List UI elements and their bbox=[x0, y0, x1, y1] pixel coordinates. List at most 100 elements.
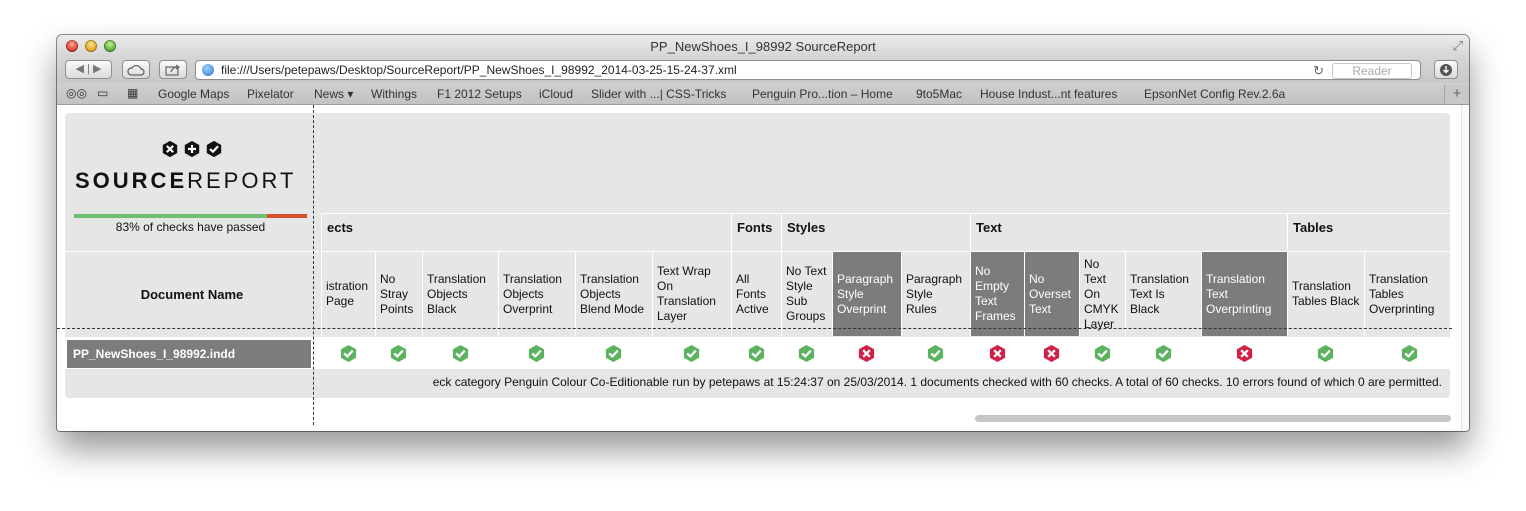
bookmark-house-industries[interactable]: House Indust...nt features bbox=[980, 87, 1117, 101]
row-guide-horizontal bbox=[57, 328, 1452, 329]
result-cell[interactable] bbox=[731, 344, 781, 364]
bookmark-google-maps[interactable]: Google Maps bbox=[158, 87, 229, 101]
progress-fill bbox=[74, 214, 268, 218]
result-cell[interactable] bbox=[781, 344, 832, 364]
pass-check-icon bbox=[1401, 344, 1417, 363]
result-cell[interactable] bbox=[498, 344, 575, 364]
result-cell[interactable] bbox=[321, 344, 375, 364]
check-column-label: Text Wrap On Translation Layer bbox=[657, 264, 716, 323]
check-column-label: Translation Objects Blend Mode bbox=[580, 271, 645, 316]
bookmark-9to5mac[interactable]: 9to5Mac bbox=[916, 87, 962, 101]
pass-logo-icon bbox=[206, 140, 222, 158]
top-sites-icon[interactable]: ▦ bbox=[127, 86, 138, 100]
pass-check-icon bbox=[748, 344, 764, 363]
result-cell[interactable] bbox=[832, 344, 901, 364]
check-column-header[interactable]: Translation Objects Overprint bbox=[498, 251, 575, 336]
reading-list-icon[interactable]: ◎◎ bbox=[66, 86, 87, 100]
reload-icon[interactable]: ↻ bbox=[1313, 63, 1324, 79]
pass-check-icon bbox=[390, 344, 407, 363]
pass-check-icon bbox=[528, 344, 545, 363]
bookmark-news[interactable]: News ▾ bbox=[314, 87, 353, 101]
address-bar[interactable]: file:///Users/petepaws/Desktop/SourceRep… bbox=[195, 60, 1421, 80]
result-cell[interactable] bbox=[575, 344, 652, 364]
source-report: SOURCEREPORT 83% of checks have passed D… bbox=[65, 113, 1460, 398]
forward-icon[interactable]: ▶ bbox=[93, 63, 101, 75]
result-cell[interactable] bbox=[375, 344, 422, 364]
check-column-header[interactable]: No Overset Text bbox=[1024, 251, 1079, 336]
column-guide-vertical bbox=[313, 105, 314, 425]
check-column-label: Paragraph Style Overprint bbox=[837, 271, 894, 316]
pass-check-icon bbox=[798, 344, 815, 363]
check-column-header[interactable]: Translation Text Is Black bbox=[1125, 251, 1201, 336]
check-column-header[interactable]: No Stray Points bbox=[375, 251, 422, 336]
check-column-header[interactable]: No Text On CMYK Layer bbox=[1079, 251, 1125, 336]
category-objects: ects bbox=[321, 213, 731, 251]
page-content: SOURCEREPORT 83% of checks have passed D… bbox=[57, 105, 1461, 431]
check-column-label: Translation Text Is Black bbox=[1130, 271, 1189, 316]
result-cell[interactable] bbox=[1364, 344, 1454, 364]
horizontal-scrollbar[interactable] bbox=[975, 415, 1451, 422]
result-cell[interactable] bbox=[422, 344, 498, 364]
check-column-header[interactable]: Translation Tables Black bbox=[1287, 251, 1364, 336]
result-cell[interactable] bbox=[1125, 344, 1201, 364]
browser-window: PP_NewShoes_I_98992 SourceReport ⤢ ◀ | ▶… bbox=[57, 35, 1469, 431]
result-cell[interactable] bbox=[1201, 344, 1287, 364]
check-column-header[interactable]: Translation Text Overprinting bbox=[1201, 251, 1287, 336]
bookmark-icloud[interactable]: iCloud bbox=[539, 87, 573, 101]
share-button[interactable] bbox=[159, 60, 187, 79]
url-text[interactable]: file:///Users/petepaws/Desktop/SourceRep… bbox=[221, 63, 737, 77]
check-column-header[interactable]: istration Page bbox=[321, 251, 375, 336]
pass-check-icon bbox=[1155, 344, 1171, 363]
bookmark-epsonnet[interactable]: EpsonNet Config Rev.2.6a bbox=[1144, 87, 1285, 101]
result-cell[interactable] bbox=[1024, 344, 1079, 364]
check-column-header[interactable]: Translation Tables Overprinting bbox=[1364, 251, 1454, 336]
check-column-header[interactable]: All Fonts Active bbox=[731, 251, 781, 336]
check-column-header[interactable]: No Empty Text Frames bbox=[970, 251, 1024, 336]
check-column-header[interactable]: Translation Objects Blend Mode bbox=[575, 251, 652, 336]
back-icon[interactable]: ◀ bbox=[76, 63, 84, 75]
document-cell[interactable]: PP_NewShoes_I_98992.indd bbox=[67, 340, 311, 368]
check-column-label: Translation Tables Overprinting bbox=[1369, 271, 1435, 316]
bookmark-penguin[interactable]: Penguin Pro...tion – Home bbox=[752, 87, 893, 101]
check-column-header[interactable]: Text Wrap On Translation Layer bbox=[652, 251, 731, 336]
result-cell[interactable] bbox=[901, 344, 970, 364]
check-column-header[interactable]: No Text Style Sub Groups bbox=[781, 251, 832, 336]
category-fonts: Fonts bbox=[731, 213, 781, 251]
result-cell[interactable] bbox=[652, 344, 731, 364]
back-forward-buttons[interactable]: ◀ | ▶ bbox=[65, 60, 112, 79]
bookmarks-icon[interactable]: ▭ bbox=[97, 86, 108, 100]
result-cell[interactable] bbox=[970, 344, 1024, 364]
pass-check-icon bbox=[683, 344, 700, 363]
pass-check-icon bbox=[340, 344, 356, 363]
bookmark-pixelator[interactable]: Pixelator bbox=[247, 87, 294, 101]
result-cell[interactable] bbox=[1287, 344, 1364, 364]
bookmark-f1-setups[interactable]: F1 2012 Setups bbox=[437, 87, 522, 101]
result-cell[interactable] bbox=[1079, 344, 1125, 364]
check-column-header[interactable]: Translation Objects Black bbox=[422, 251, 498, 336]
check-column-header[interactable]: Paragraph Style Rules bbox=[901, 251, 970, 336]
fullscreen-icon[interactable]: ⤢ bbox=[1453, 38, 1463, 54]
icloud-tabs-button[interactable] bbox=[122, 60, 150, 79]
reader-button[interactable]: Reader bbox=[1332, 63, 1412, 79]
progress-bar bbox=[74, 214, 307, 218]
downloads-button[interactable] bbox=[1434, 60, 1458, 79]
fail-cross-icon bbox=[989, 344, 1005, 363]
check-column-label: Translation Objects Overprint bbox=[503, 271, 562, 316]
category-styles: Styles bbox=[781, 213, 970, 251]
check-column-label: All Fonts Active bbox=[736, 271, 769, 316]
toolbar: ◀ | ▶ file:///Users/petepaws/Desktop/Sou… bbox=[57, 57, 1469, 83]
add-logo-icon bbox=[184, 140, 200, 158]
share-icon bbox=[165, 64, 181, 76]
bookmark-css-tricks[interactable]: Slider with ...| CSS-Tricks bbox=[591, 87, 726, 101]
new-tab-button[interactable]: + bbox=[1444, 85, 1469, 104]
check-column-label: Paragraph Style Rules bbox=[906, 271, 963, 316]
pass-check-icon bbox=[1094, 344, 1110, 363]
check-column-label: No Stray Points bbox=[380, 271, 414, 316]
progress-text: 83% of checks have passed bbox=[115, 220, 266, 234]
check-column-label: Translation Text Overprinting bbox=[1206, 271, 1272, 316]
vertical-scrollbar[interactable] bbox=[1461, 105, 1469, 431]
globe-icon bbox=[202, 64, 214, 76]
check-column-header[interactable]: Paragraph Style Overprint bbox=[832, 251, 901, 336]
fail-logo-icon bbox=[162, 140, 178, 158]
bookmark-withings[interactable]: Withings bbox=[371, 87, 417, 101]
